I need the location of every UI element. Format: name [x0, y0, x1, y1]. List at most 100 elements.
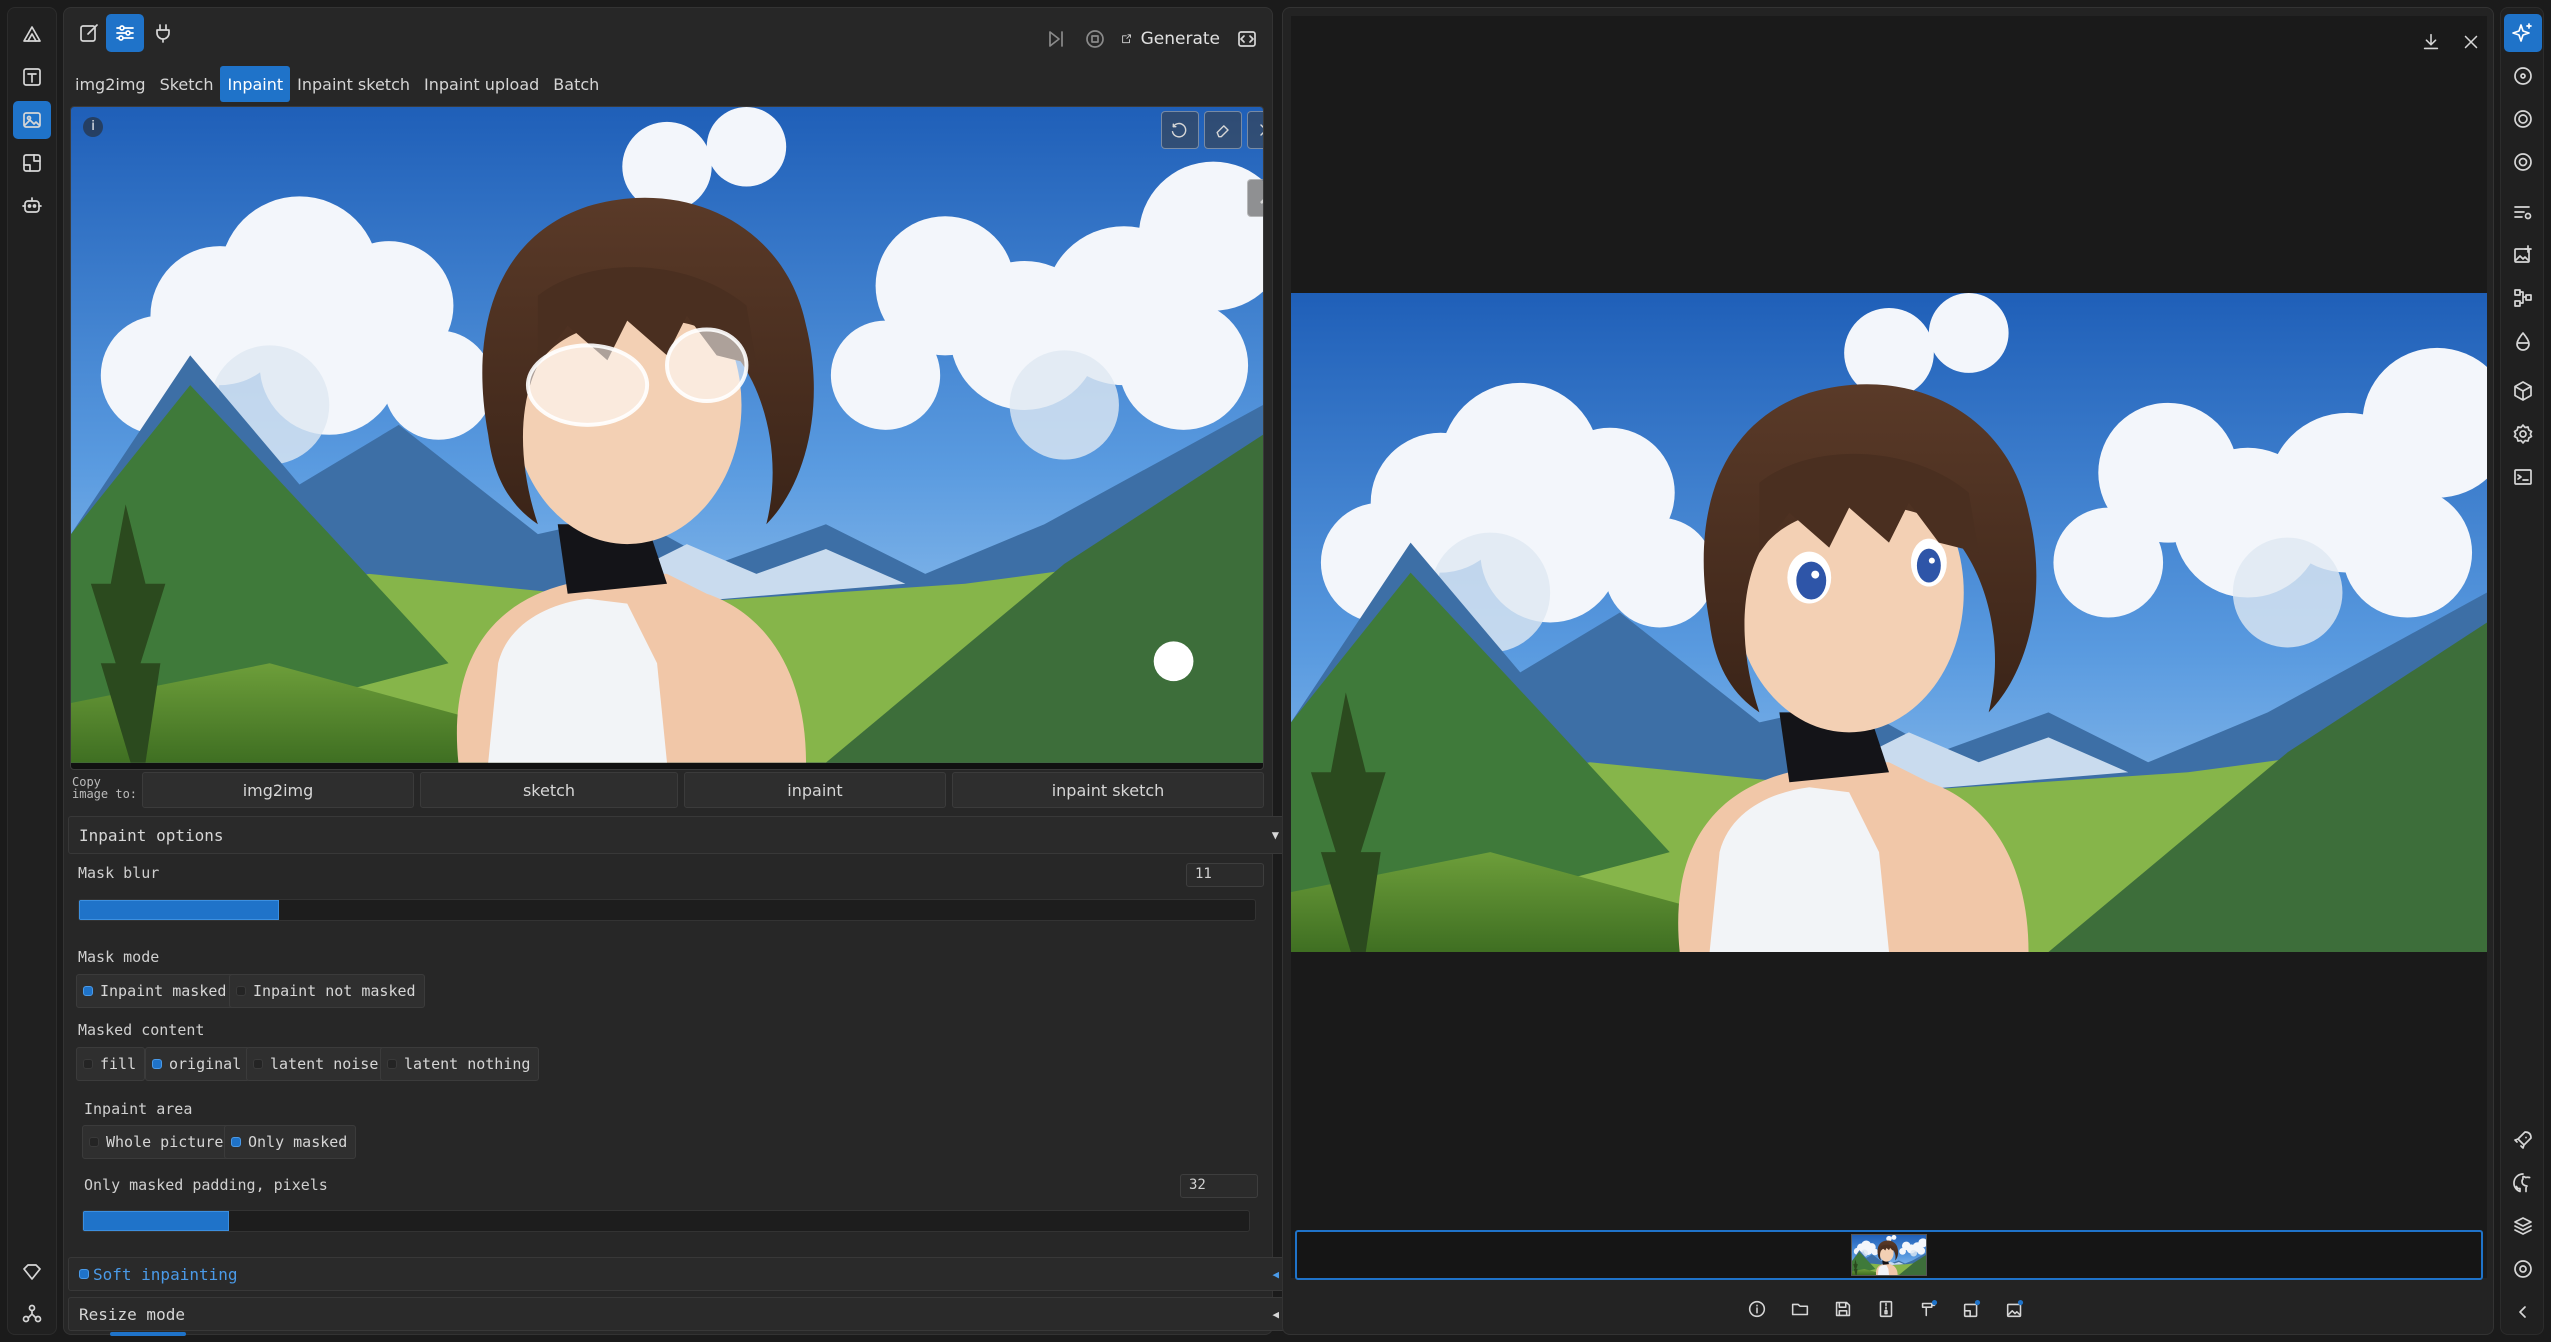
- tab-sketch[interactable]: Sketch: [153, 66, 221, 102]
- layers-icon[interactable]: [2504, 1207, 2542, 1245]
- text-icon[interactable]: [13, 58, 51, 96]
- download-icon[interactable]: [2415, 26, 2447, 58]
- radio-label: Only masked: [248, 1133, 348, 1151]
- terminal-icon[interactable]: [2504, 458, 2542, 496]
- close-icon[interactable]: [2455, 26, 2487, 58]
- nodes-icon[interactable]: [2504, 279, 2542, 317]
- folder-icon[interactable]: [1781, 1290, 1819, 1328]
- gallery-panel: [1282, 7, 2494, 1335]
- tab-inpaint-upload[interactable]: Inpaint upload: [417, 66, 546, 102]
- mask-mode-inpaint-masked[interactable]: Inpaint masked: [76, 974, 236, 1008]
- robot-icon[interactable]: [13, 187, 51, 225]
- resize-mode-header[interactable]: Resize mode ◀: [68, 1297, 1290, 1331]
- radio-label: Inpaint not masked: [253, 982, 416, 1000]
- undo-icon[interactable]: [1161, 111, 1199, 149]
- rocket-icon[interactable]: [2504, 1121, 2542, 1159]
- right-nav-rail: [2500, 7, 2544, 1335]
- list-settings-icon[interactable]: [2504, 193, 2542, 231]
- settings-icon[interactable]: [2504, 415, 2542, 453]
- plug-icon[interactable]: [144, 14, 182, 52]
- target-icon[interactable]: [2504, 57, 2542, 95]
- gallery-thumbnail[interactable]: [1851, 1234, 1927, 1276]
- ring-icon[interactable]: [2504, 100, 2542, 138]
- inpaint-options-title: Inpaint options: [79, 825, 224, 845]
- padding-slider[interactable]: [82, 1210, 1250, 1232]
- collapse-icon[interactable]: [2504, 1293, 2542, 1331]
- soft-inpainting-checkbox[interactable]: [79, 1269, 89, 1279]
- sliders-icon[interactable]: [106, 14, 144, 52]
- reprocess-icon[interactable]: [1230, 20, 1264, 58]
- tab-batch[interactable]: Batch: [546, 66, 606, 102]
- inpaint-area-whole-picture[interactable]: Whole picture: [82, 1125, 233, 1159]
- skip-icon[interactable]: [1039, 20, 1073, 58]
- control-icon[interactable]: [13, 144, 51, 182]
- drop-icon[interactable]: [2504, 322, 2542, 360]
- radio-label: Inpaint masked: [100, 982, 227, 1000]
- image-edit-icon[interactable]: [2504, 236, 2542, 274]
- mask-mode-label: Mask mode: [78, 948, 160, 966]
- tab-inpaint-sketch[interactable]: Inpaint sketch: [290, 66, 417, 102]
- github-icon[interactable]: [2504, 1164, 2542, 1202]
- disc-icon[interactable]: [2504, 143, 2542, 181]
- save-icon[interactable]: [1824, 1290, 1862, 1328]
- mask-blur-slider[interactable]: [78, 899, 1256, 921]
- radio-dot: [236, 986, 246, 996]
- collapse-arrow-icon: ▼: [1271, 828, 1279, 842]
- soft-inpainting-header[interactable]: Soft inpainting ◀: [68, 1257, 1290, 1291]
- eraser-icon[interactable]: [1204, 111, 1242, 149]
- expand-arrow-icon: ◀: [1272, 1267, 1279, 1281]
- zip-icon[interactable]: [1867, 1290, 1905, 1328]
- radio-label: latent nothing: [404, 1055, 531, 1073]
- inpaint-area-only-masked[interactable]: Only masked: [224, 1125, 357, 1159]
- sparkle-icon[interactable]: [2504, 14, 2542, 52]
- edit-icon[interactable]: [70, 14, 108, 52]
- mask-blur-label: Mask blur: [78, 864, 160, 882]
- generate-label: Generate: [1140, 29, 1220, 49]
- mask-mode-inpaint-not-masked[interactable]: Inpaint not masked: [229, 974, 425, 1008]
- circle-icon[interactable]: [2504, 1250, 2542, 1288]
- resize-mode-label: Resize mode: [79, 1304, 185, 1324]
- expand-arrow-icon: ◀: [1272, 1307, 1279, 1321]
- copy-to-img2img-button[interactable]: img2img: [142, 772, 414, 808]
- generate-button[interactable]: Generate: [1120, 20, 1220, 58]
- scroll-indicator: [110, 1332, 186, 1336]
- gallery-actions: [1738, 1290, 2038, 1330]
- info-badge[interactable]: i: [83, 117, 103, 137]
- masked-content-latent-nothing[interactable]: latent nothing: [380, 1047, 540, 1081]
- radio-dot: [253, 1059, 263, 1069]
- radio-dot: [387, 1059, 397, 1069]
- send-paint-icon[interactable]: [1910, 1290, 1948, 1328]
- close-icon[interactable]: [1247, 111, 1263, 149]
- inpaint-canvas[interactable]: i: [70, 106, 1264, 770]
- left-nav-rail: [7, 7, 57, 1335]
- stop-icon[interactable]: [1078, 20, 1112, 58]
- copy-to-sketch-button[interactable]: sketch: [420, 772, 678, 808]
- radio-dot-selected: [83, 986, 93, 996]
- tab-inpaint[interactable]: Inpaint: [220, 66, 291, 102]
- masked-content-fill[interactable]: fill: [76, 1047, 146, 1081]
- logo-icon[interactable]: [13, 15, 51, 53]
- masked-content-latent-noise[interactable]: latent noise: [246, 1047, 388, 1081]
- radio-label: fill: [100, 1055, 137, 1073]
- send-extras-icon[interactable]: [1953, 1290, 1991, 1328]
- mask-blur-fill: [79, 900, 279, 920]
- padding-input[interactable]: 32: [1180, 1174, 1258, 1198]
- copy-to-inpaint-button[interactable]: inpaint: [684, 772, 946, 808]
- send-img2img-icon[interactable]: [1996, 1290, 2034, 1328]
- tab-img2img[interactable]: img2img: [68, 66, 153, 102]
- mask-blur-input[interactable]: 11: [1186, 863, 1264, 887]
- heart-icon[interactable]: [13, 1253, 51, 1291]
- gallery-thumbnail-strip: [1295, 1230, 2483, 1280]
- info-icon[interactable]: [1738, 1290, 1776, 1328]
- cube-icon[interactable]: [2504, 372, 2542, 410]
- brush-icon[interactable]: [1247, 179, 1263, 217]
- copy-to-inpaint-sketch-button[interactable]: inpaint sketch: [952, 772, 1264, 808]
- copy-image-label: Copy image to:: [72, 775, 138, 801]
- image-icon[interactable]: [13, 101, 51, 139]
- inpaint-options-header[interactable]: Inpaint options ▼: [68, 816, 1290, 854]
- network-icon[interactable]: [13, 1295, 51, 1333]
- masked-content-original[interactable]: original: [145, 1047, 251, 1081]
- generated-image[interactable]: [1291, 293, 2487, 952]
- radio-dot: [83, 1059, 93, 1069]
- radio-label: latent noise: [270, 1055, 379, 1073]
